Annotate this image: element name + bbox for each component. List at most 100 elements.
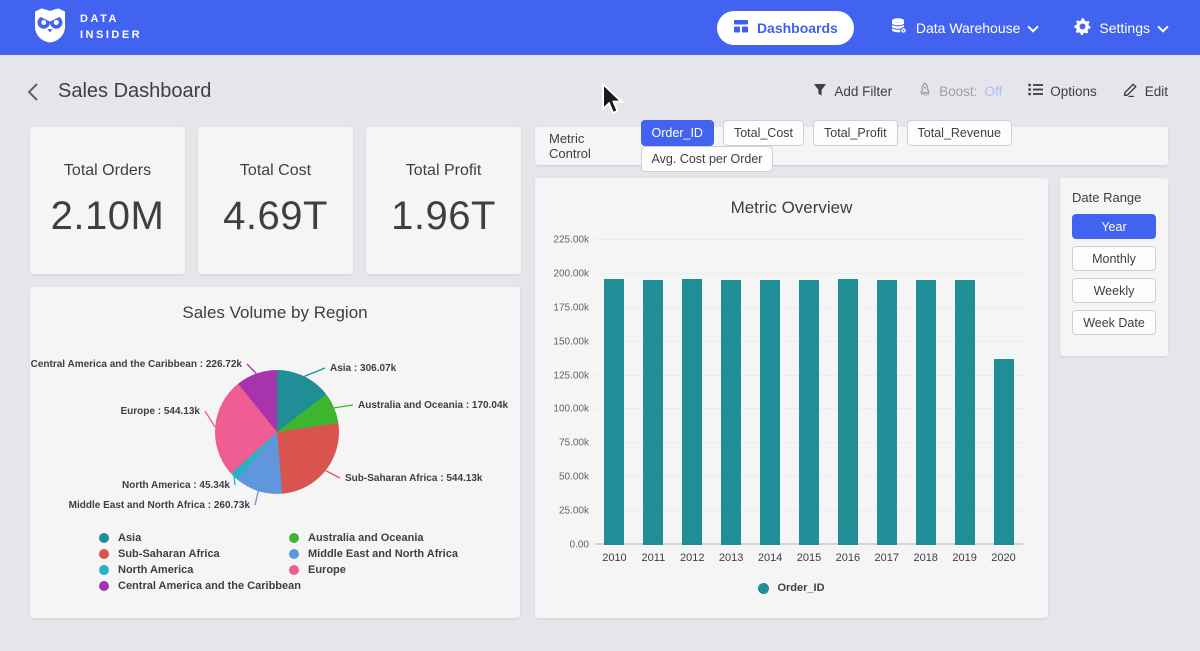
legend-dot-icon bbox=[99, 565, 109, 575]
x-axis-label: 2020 bbox=[984, 552, 1023, 564]
kpi-label: Total Orders bbox=[64, 162, 151, 180]
pie-legend-column: Australia and Oceania Middle East and Nor… bbox=[289, 530, 458, 578]
metric-button-total-cost[interactable]: Total_Cost bbox=[723, 120, 804, 146]
y-axis-tick: 100.00k bbox=[553, 404, 589, 415]
y-axis-tick: 0.00 bbox=[570, 540, 589, 551]
pie-legend-column: Asia Sub-Saharan Africa North America Centr… bbox=[99, 530, 301, 594]
bar-slot bbox=[984, 240, 1023, 545]
options-button[interactable]: Options bbox=[1028, 83, 1097, 99]
legend-dot-icon bbox=[289, 533, 299, 543]
y-axis-tick: 50.00k bbox=[559, 472, 589, 483]
options-list-icon bbox=[1028, 83, 1043, 99]
x-axis-label: 2019 bbox=[945, 552, 984, 564]
x-axis-label: 2016 bbox=[828, 552, 867, 564]
boost-toggle[interactable]: Boost: Off bbox=[918, 82, 1002, 100]
y-axis-tick: 175.00k bbox=[553, 302, 589, 313]
bar-slot bbox=[945, 240, 984, 545]
pie-plot-area: Asia : 306.07k Australia and Oceania : 17… bbox=[30, 337, 520, 527]
kpi-label: Total Profit bbox=[406, 162, 482, 180]
metric-button-avg-cost-per-order[interactable]: Avg. Cost per Order bbox=[641, 146, 774, 172]
add-filter-button[interactable]: Add Filter bbox=[813, 83, 892, 100]
bar-2015[interactable] bbox=[799, 280, 819, 545]
pie-leader-line bbox=[326, 471, 340, 478]
database-icon bbox=[890, 17, 908, 38]
chevron-down-icon bbox=[1028, 21, 1038, 31]
legend-dot-icon bbox=[758, 583, 769, 594]
metric-control-label: Metric Control bbox=[549, 131, 629, 161]
pie-slice-label: Europe : 544.13k bbox=[121, 406, 200, 417]
date-range-label: Date Range bbox=[1072, 190, 1156, 205]
pie-leader-line bbox=[304, 368, 325, 376]
x-axis-label: 2018 bbox=[906, 552, 945, 564]
dashboards-button[interactable]: Dashboards bbox=[717, 11, 854, 45]
edit-button[interactable]: Edit bbox=[1123, 82, 1168, 100]
date-range-button-weekly[interactable]: Weekly bbox=[1072, 278, 1156, 303]
legend-item-australia-and-oceania[interactable]: Australia and Oceania bbox=[289, 530, 458, 546]
legend-label: North America bbox=[118, 564, 193, 576]
x-axis-label: 2013 bbox=[712, 552, 751, 564]
pie-leader-line bbox=[334, 405, 353, 408]
x-axis-label: 2017 bbox=[867, 552, 906, 564]
pie-slice-label: Asia : 306.07k bbox=[330, 363, 396, 374]
bar-series bbox=[595, 240, 1023, 545]
bar-2013[interactable] bbox=[721, 280, 741, 545]
bar-2012[interactable] bbox=[682, 279, 702, 546]
rocket-icon bbox=[918, 82, 932, 100]
kpi-card-total-profit: Total Profit 1.96T bbox=[366, 127, 521, 274]
bar-2018[interactable] bbox=[916, 280, 936, 545]
pie-slice-label: Australia and Oceania : 170.04k bbox=[358, 400, 508, 411]
bar-legend-label: Order_ID bbox=[777, 582, 824, 594]
owl-logo-icon bbox=[30, 5, 70, 50]
legend-item-sub-saharan-africa[interactable]: Sub-Saharan Africa bbox=[99, 546, 301, 562]
bar-slot bbox=[634, 240, 673, 545]
bar-slot bbox=[906, 240, 945, 545]
metric-button-order-id[interactable]: Order_ID bbox=[641, 120, 714, 146]
pie-chart[interactable] bbox=[215, 370, 339, 494]
legend-label: Europe bbox=[308, 564, 346, 576]
bar-2014[interactable] bbox=[760, 280, 780, 545]
kpi-value: 1.96T bbox=[391, 194, 496, 239]
back-button[interactable] bbox=[26, 82, 40, 107]
legend-item-asia[interactable]: Asia bbox=[99, 530, 301, 546]
settings-menu[interactable]: Settings bbox=[1074, 18, 1168, 38]
date-range-panel: Date Range Year Monthly Weekly Week Date bbox=[1060, 178, 1168, 356]
x-axis-label: 2011 bbox=[634, 552, 673, 564]
legend-label: Middle East and North Africa bbox=[308, 548, 458, 560]
legend-label: Australia and Oceania bbox=[308, 532, 424, 544]
kpi-value: 2.10M bbox=[51, 194, 165, 239]
metric-button-total-revenue[interactable]: Total_Revenue bbox=[907, 120, 1012, 146]
y-axis-tick: 75.00k bbox=[559, 438, 589, 449]
legend-item-north-america[interactable]: North America bbox=[99, 562, 301, 578]
date-range-button-year[interactable]: Year bbox=[1072, 214, 1156, 239]
x-axis-label: 2014 bbox=[751, 552, 790, 564]
bar-chart-legend[interactable]: Order_ID bbox=[535, 582, 1048, 594]
pencil-icon bbox=[1123, 82, 1138, 100]
sales-volume-chart: Sales Volume by Region Asia : 306.07kAus… bbox=[30, 287, 520, 618]
metric-button-total-profit[interactable]: Total_Profit bbox=[813, 120, 898, 146]
brand-logo[interactable]: DATAINSIDER bbox=[30, 5, 142, 50]
kpi-card-total-orders: Total Orders 2.10M bbox=[30, 127, 185, 274]
y-axis-tick: 125.00k bbox=[553, 370, 589, 381]
bar-2010[interactable] bbox=[604, 279, 624, 545]
bar-2016[interactable] bbox=[838, 279, 858, 546]
legend-item-europe[interactable]: Europe bbox=[289, 562, 458, 578]
chevron-down-icon bbox=[1158, 21, 1168, 31]
bar-slot bbox=[790, 240, 829, 545]
legend-dot-icon bbox=[99, 549, 109, 559]
legend-label: Sub-Saharan Africa bbox=[118, 548, 220, 560]
date-range-button-monthly[interactable]: Monthly bbox=[1072, 246, 1156, 271]
pie-leader-line bbox=[205, 411, 215, 427]
x-axis-label: 2010 bbox=[595, 552, 634, 564]
date-range-button-week-date[interactable]: Week Date bbox=[1072, 310, 1156, 335]
bar-2020[interactable] bbox=[994, 359, 1014, 545]
legend-item-middle-east-and-north-africa[interactable]: Middle East and North Africa bbox=[289, 546, 458, 562]
pie-slice-label: Middle East and North Africa : 260.73k bbox=[69, 500, 250, 511]
pie-slice-label: North America : 45.34k bbox=[122, 480, 230, 491]
bar-slot bbox=[673, 240, 712, 545]
bar-2017[interactable] bbox=[877, 280, 897, 545]
data-warehouse-menu[interactable]: Data Warehouse bbox=[890, 17, 1039, 38]
bar-2011[interactable] bbox=[643, 280, 663, 545]
kpi-value: 4.69T bbox=[223, 194, 328, 239]
bar-2019[interactable] bbox=[955, 280, 975, 545]
legend-item-central-america-and-the-caribbean[interactable]: Central America and the Caribbean bbox=[99, 578, 301, 594]
